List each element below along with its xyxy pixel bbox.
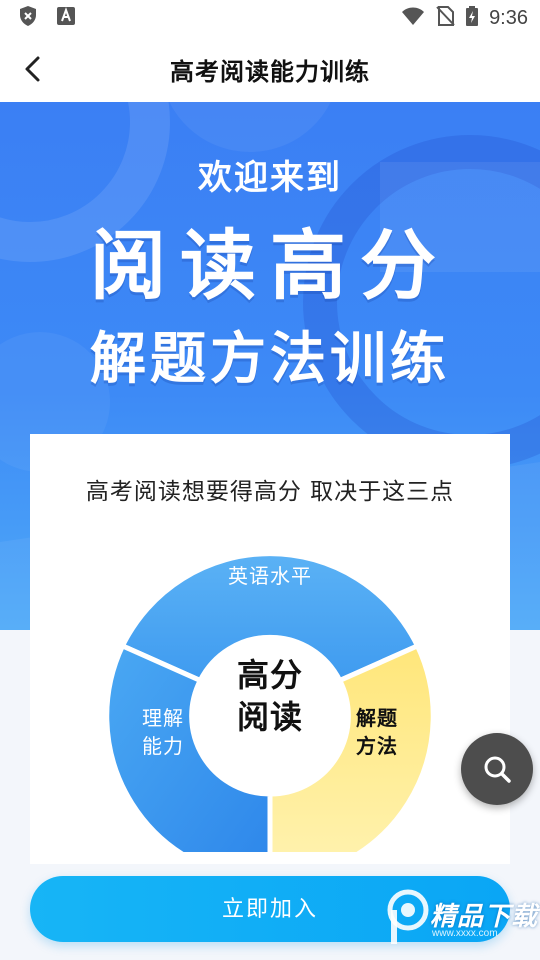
app-bar: 高考阅读能力训练 [0,36,540,102]
page-title: 高考阅读能力训练 [170,57,370,86]
segment-label-english: 英语水平 [228,564,312,588]
welcome-text: 欢迎来到 [198,158,342,198]
segment-label-method: 解题 方法 [356,706,398,758]
status-bar: 9:36 [0,0,540,36]
shield-x-icon [18,5,38,31]
font-a-icon [56,6,76,30]
chevron-left-icon [25,56,40,82]
battery-charging-icon [465,5,479,31]
search-icon [484,756,511,783]
wifi-icon [401,6,425,30]
no-sim-icon [435,5,455,31]
segment-label-comprehension: 理解 能力 [142,706,184,758]
status-time: 9:36 [489,6,528,29]
p-logo-icon [387,889,429,944]
card-title: 高考阅读想要得高分 取决于这三点 [85,479,455,505]
search-button[interactable] [461,733,533,805]
back-button[interactable] [18,53,50,85]
watermark-url: www.xxxx.com [432,928,498,939]
info-card: 高考阅读想要得高分 取决于这三点 英语水平 解题 方法 理解 能力 高分 阅读 [30,434,510,864]
banner-title: 阅读高分 [90,221,450,310]
watermark: 精品下载 www.xxxx.com [386,884,538,954]
banner-subtitle: 解题方法训练 [90,327,450,392]
donut-center-label: 高分 阅读 [236,656,303,736]
